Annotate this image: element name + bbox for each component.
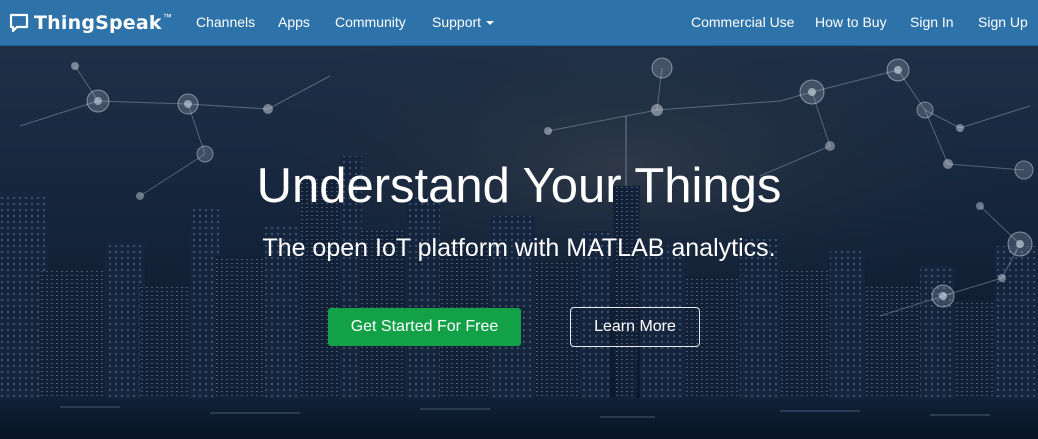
brand-name: ThingSpeak [34,12,162,34]
nav-channels[interactable]: Channels [196,14,255,30]
top-navbar: ThingSpeak ™ Channels Apps Community Supp… [0,0,1038,46]
nav-community[interactable]: Community [335,14,406,30]
learn-more-button[interactable]: Learn More [570,307,700,347]
brand-trademark: ™ [162,12,172,22]
caret-down-icon [486,21,495,26]
nav-sign-up[interactable]: Sign Up [978,14,1028,30]
hero-section: Understand Your Things The open IoT plat… [0,46,1038,439]
nav-commercial-use[interactable]: Commercial Use [691,14,794,30]
brand-logo-link[interactable]: ThingSpeak ™ [8,10,172,36]
get-started-button[interactable]: Get Started For Free [328,308,521,346]
nav-sign-in[interactable]: Sign In [910,14,954,30]
hero-headline: Understand Your Things [256,159,782,213]
nav-how-to-buy[interactable]: How to Buy [815,14,887,30]
chat-bubble-icon [9,13,29,33]
nav-apps[interactable]: Apps [278,14,310,30]
nav-support-label: Support [432,14,482,30]
hero-subheadline: The open IoT platform with MATLAB analyt… [262,234,776,262]
nav-support-dropdown[interactable]: Support [432,14,495,30]
